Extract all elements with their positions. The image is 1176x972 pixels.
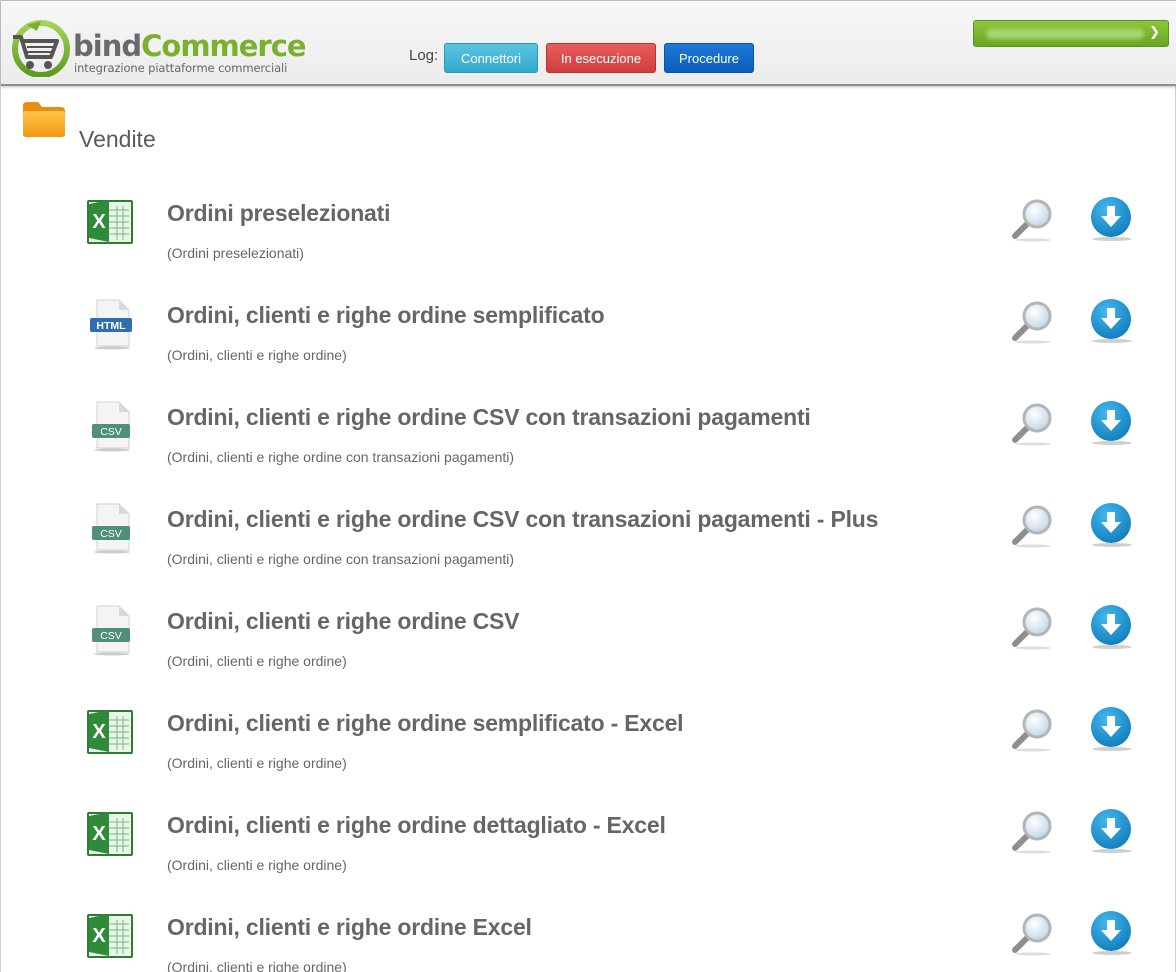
download-icon[interactable] xyxy=(1089,502,1135,548)
logo[interactable]: bindCommerce integrazione piattaforme co… xyxy=(7,15,307,79)
download-icon[interactable] xyxy=(1089,604,1135,650)
item-subtitle: (Ordini, clienti e righe ordine) xyxy=(167,857,347,873)
download-icon[interactable] xyxy=(1089,910,1135,956)
item-subtitle: (Ordini, clienti e righe ordine con tran… xyxy=(167,449,515,465)
html-file-icon: HTML xyxy=(85,298,137,350)
list-item: CSV Ordini, clienti e righe ordine CSV (Or… xyxy=(1,604,1176,706)
list-item: X Ordini preselezionati (Ordini preselezio… xyxy=(1,196,1176,298)
magnifier-icon[interactable] xyxy=(1009,196,1055,242)
csv-file-icon: CSV xyxy=(85,604,137,656)
csv-file-icon: CSV xyxy=(85,502,137,554)
svg-text:CSV: CSV xyxy=(100,426,122,438)
magnifier-icon[interactable] xyxy=(1009,706,1055,752)
magnifier-icon[interactable] xyxy=(1009,298,1055,344)
excel-file-icon: X xyxy=(85,910,137,962)
logo-text: bindCommerce xyxy=(73,29,307,63)
magnifier-icon[interactable] xyxy=(1009,400,1055,446)
magnifier-icon[interactable] xyxy=(1009,910,1055,956)
download-icon[interactable] xyxy=(1089,808,1135,854)
download-icon[interactable] xyxy=(1089,196,1135,242)
log-label: Log: xyxy=(409,47,439,64)
list-item: X Ordini, clienti e righe ordine semplifi… xyxy=(1,706,1176,808)
list-item: CSV Ordini, clienti e righe ordine CSV co… xyxy=(1,400,1176,502)
item-title: Ordini, clienti e righe ordine Excel xyxy=(167,914,532,940)
magnifier-icon[interactable] xyxy=(1009,502,1055,548)
section-title: Vendite xyxy=(79,126,156,152)
page: bindCommerce integrazione piattaforme co… xyxy=(0,0,1176,972)
item-title: Ordini, clienti e righe ordine CSV con t… xyxy=(167,506,879,532)
in-esecuzione-button[interactable]: In esecuzione xyxy=(546,43,656,73)
header: bindCommerce integrazione piattaforme co… xyxy=(1,0,1176,86)
list-item: CSV Ordini, clienti e righe ordine CSV co… xyxy=(1,502,1176,604)
excel-file-icon: X xyxy=(85,196,137,248)
item-title: Ordini, clienti e righe ordine CSV con t… xyxy=(167,404,811,430)
logo-subtitle: integrazione piattaforme commerciali xyxy=(74,61,288,75)
item-subtitle: (Ordini, clienti e righe ordine) xyxy=(167,959,347,972)
list-item: X Ordini, clienti e righe ordine dettagli… xyxy=(1,808,1176,910)
excel-file-icon: X xyxy=(85,706,137,758)
item-subtitle: (Ordini, clienti e righe ordine) xyxy=(167,347,347,363)
magnifier-icon[interactable] xyxy=(1009,604,1055,650)
list-item: HTML Ordini, clienti e righe ordine sempl… xyxy=(1,298,1176,400)
folder-icon xyxy=(23,102,65,137)
item-subtitle: (Ordini, clienti e righe ordine) xyxy=(167,755,347,771)
excel-file-icon: X xyxy=(85,808,137,860)
download-icon[interactable] xyxy=(1089,298,1135,344)
item-title: Ordini preselezionati xyxy=(167,200,391,226)
user-menu-dropdown[interactable]: ❯ xyxy=(973,20,1169,47)
item-title: Ordini, clienti e righe ordine semplific… xyxy=(167,302,605,328)
csv-file-icon: CSV xyxy=(85,400,137,452)
item-title: Ordini, clienti e righe ordine semplific… xyxy=(167,710,684,736)
logo-text-bind: bind xyxy=(73,29,142,63)
svg-text:CSV: CSV xyxy=(100,528,122,540)
procedure-button[interactable]: Procedure xyxy=(664,43,754,73)
svg-text:HTML: HTML xyxy=(96,320,126,332)
list-item: X Ordini, clienti e righe ordine Excel (Or… xyxy=(1,910,1176,972)
user-menu-value xyxy=(986,29,1144,39)
download-icon[interactable] xyxy=(1089,706,1135,752)
svg-text:X: X xyxy=(92,211,106,233)
item-subtitle: (Ordini, clienti e righe ordine con tran… xyxy=(167,551,515,567)
svg-text:CSV: CSV xyxy=(100,630,122,642)
logo-text-commerce: Commerce xyxy=(141,29,306,63)
item-title: Ordini, clienti e righe ordine CSV xyxy=(167,608,520,634)
shopping-cart-logo-icon xyxy=(12,20,70,77)
svg-text:X: X xyxy=(92,823,106,845)
download-icon[interactable] xyxy=(1089,400,1135,446)
connettori-button[interactable]: Connettori xyxy=(444,43,538,73)
svg-text:X: X xyxy=(92,721,106,743)
item-title: Ordini, clienti e righe ordine dettaglia… xyxy=(167,812,666,838)
magnifier-icon[interactable] xyxy=(1009,808,1055,854)
item-subtitle: (Ordini preselezionati) xyxy=(167,245,304,261)
item-subtitle: (Ordini, clienti e righe ordine) xyxy=(167,653,347,669)
chevron-down-icon: ❯ xyxy=(1149,24,1160,39)
svg-text:X: X xyxy=(92,925,106,947)
